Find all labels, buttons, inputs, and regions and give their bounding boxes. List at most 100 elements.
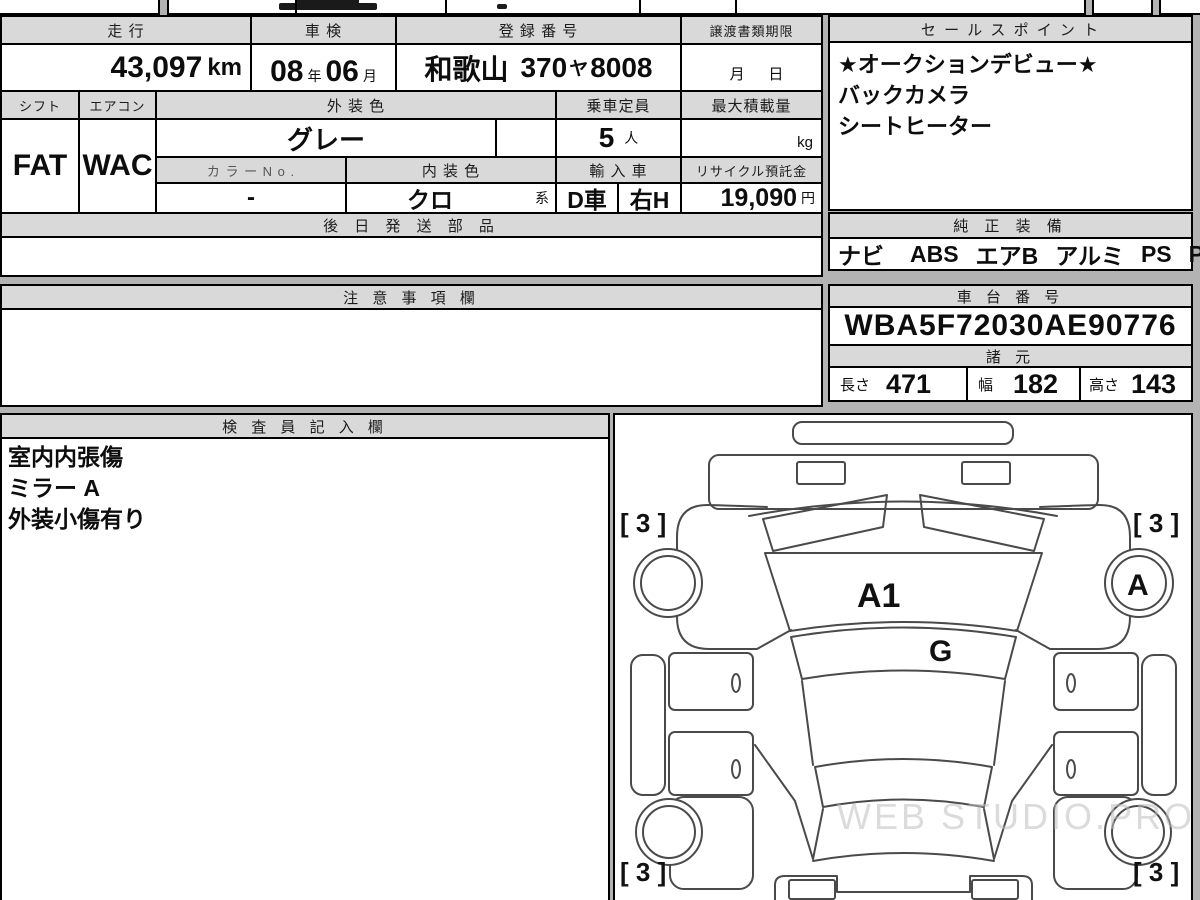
door-handle <box>1066 759 1076 779</box>
cowl-damage-mark: G <box>929 635 952 668</box>
spec-width-label: 幅 <box>978 376 994 394</box>
sales-point-line: ★オークションデビュー★ <box>838 52 1098 77</box>
rear-bumper-left-rect <box>788 879 836 900</box>
tire-mark-front-left: [ 3 ] <box>620 508 666 538</box>
cropped-cell <box>0 0 160 15</box>
transfer-docs-value: 月日 <box>680 43 823 92</box>
mileage-unit: km <box>207 53 242 81</box>
later-parts-header: 後 日 発 送 部 品 <box>0 212 823 238</box>
spec-width-value: 182 <box>1013 368 1059 399</box>
door-rear-left <box>668 731 754 796</box>
registration-header: 登 録 番 号 <box>395 15 682 45</box>
import-value-domestic: D車 <box>555 182 619 214</box>
hood-panel <box>764 552 1043 632</box>
interior-color-value: クロ 系 <box>345 182 557 214</box>
chassis-header: 車 台 番 号 <box>828 284 1193 308</box>
import-value-handle: 右H <box>617 182 682 214</box>
capacity-header: 乗車定員 <box>555 90 682 120</box>
mileage-header: 走 行 <box>0 15 252 45</box>
wheel-damage-mark: A <box>1127 569 1149 602</box>
registration-number: 8008 <box>590 51 653 83</box>
trunk-lid <box>812 852 995 862</box>
transfer-docs-header: 譲渡書類期限 <box>680 15 823 45</box>
spec-width: 幅 182 <box>966 366 1081 402</box>
recycle-value: 19,090 円 <box>680 182 823 214</box>
spec-height: 高さ 143 <box>1079 366 1193 402</box>
notes-body <box>0 308 823 407</box>
shift-value: FAT <box>0 118 80 214</box>
car-top-view-diagram: [ 3 ] [ 3 ] [ 3 ] [ 3 ] A1 G A WEB STUDI… <box>620 421 1191 900</box>
windshield <box>790 626 1017 680</box>
sales-point-line: シートヒーター <box>838 114 993 139</box>
import-header: 輸 入 車 <box>555 156 682 184</box>
spec-height-value: 143 <box>1131 368 1177 399</box>
watermark-text: WEB STUDIO.PRO <box>837 796 1191 837</box>
rocker-right <box>1141 654 1177 796</box>
equipment-item: ABS <box>910 240 959 267</box>
max-load-value: kg <box>680 118 823 158</box>
sales-points-body: ★オークションデビュー★ バックカメラ シートヒーター <box>828 41 1193 211</box>
transfer-month-label: 月 <box>729 66 745 83</box>
hood-damage-mark: A1 <box>857 577 900 615</box>
cabin-side-right <box>993 680 1006 766</box>
capacity-number: 5 <box>598 122 615 153</box>
color-no-value: - <box>155 182 347 214</box>
spec-height-label: 高さ <box>1089 376 1120 394</box>
interior-color-suffix: 系 <box>535 190 549 206</box>
aircon-value: WAC <box>78 118 157 214</box>
door-handle <box>731 759 741 779</box>
later-parts-value <box>0 236 823 277</box>
trunk-side-left <box>812 808 824 860</box>
max-load-header: 最大積載量 <box>680 90 823 120</box>
pillar-line-left <box>754 744 814 860</box>
spec-length: 長さ 471 <box>828 366 968 402</box>
front-bumper-right-rect <box>961 461 1011 485</box>
inspection-year-unit: 年 <box>307 68 322 84</box>
recycle-header: リサイクル預託金 <box>680 156 823 184</box>
inspection-year: 08 <box>270 55 304 88</box>
damage-diagram-box: [ 3 ] [ 3 ] [ 3 ] [ 3 ] A1 G A WEB STUDI… <box>613 413 1193 900</box>
wheel-front-left <box>633 548 703 618</box>
equipment-item: ナビ <box>838 243 884 269</box>
cropped-cell <box>1092 0 1153 15</box>
equipment-item: PW <box>1188 240 1200 267</box>
recycle-amount: 19,090 <box>720 183 797 212</box>
tire-mark-front-right: [ 3 ] <box>1133 508 1179 538</box>
capacity-value: 5人 <box>555 118 682 158</box>
cropped-text-fragment <box>497 4 507 9</box>
tire-mark-rear-right: [ 3 ] <box>1133 857 1179 887</box>
inspection-month-unit: 月 <box>362 68 377 84</box>
cropped-text-fragment <box>297 0 359 4</box>
cropped-cell <box>1159 0 1200 15</box>
inspector-line: 室内内張傷 <box>8 444 123 470</box>
rocker-left <box>630 654 666 796</box>
equipment-header: 純 正 装 備 <box>828 212 1193 239</box>
inspection-value: 08 年 06 月 <box>250 43 397 92</box>
interior-color-header: 内 装 色 <box>345 156 557 184</box>
auction-sheet: 走 行 車 検 登 録 番 号 譲渡書類期限 43,097 km 08 年 06 月 和… <box>0 0 1200 900</box>
inspector-line: 外装小傷有り <box>8 506 146 532</box>
headlight-right <box>919 494 1045 552</box>
door-handle <box>731 673 741 693</box>
inspector-line: ミラー A <box>8 475 100 501</box>
wheel-rear-left <box>635 798 703 866</box>
equipment-item: PS <box>1140 240 1172 267</box>
front-bumper-left-rect <box>796 461 846 485</box>
inspection-month: 06 <box>325 55 359 88</box>
interior-color-name: クロ <box>407 187 453 213</box>
equipment-item: アルミ <box>1055 243 1124 269</box>
chassis-value: WBA5F72030AE90776 <box>828 306 1193 346</box>
sales-points-header: セ ー ル ス ポ イ ン ト <box>828 15 1193 43</box>
registration-value: 和歌山 370 ヤ 8008 <box>395 43 682 92</box>
registration-kana: ヤ <box>569 59 589 80</box>
inspector-header: 検 査 員 記 入 欄 <box>0 413 610 439</box>
exterior-color-header: 外 装 色 <box>155 90 557 120</box>
exterior-color-extra-cell <box>495 118 557 158</box>
front-bumper-strip <box>792 421 1014 445</box>
shift-header: シフト <box>0 90 80 120</box>
recycle-unit: 円 <box>801 190 815 206</box>
registration-class: 370 <box>520 51 568 83</box>
equipment-item: エアB <box>975 243 1039 269</box>
sales-point-line: バックカメラ <box>838 83 971 108</box>
headlight-left <box>762 494 888 552</box>
